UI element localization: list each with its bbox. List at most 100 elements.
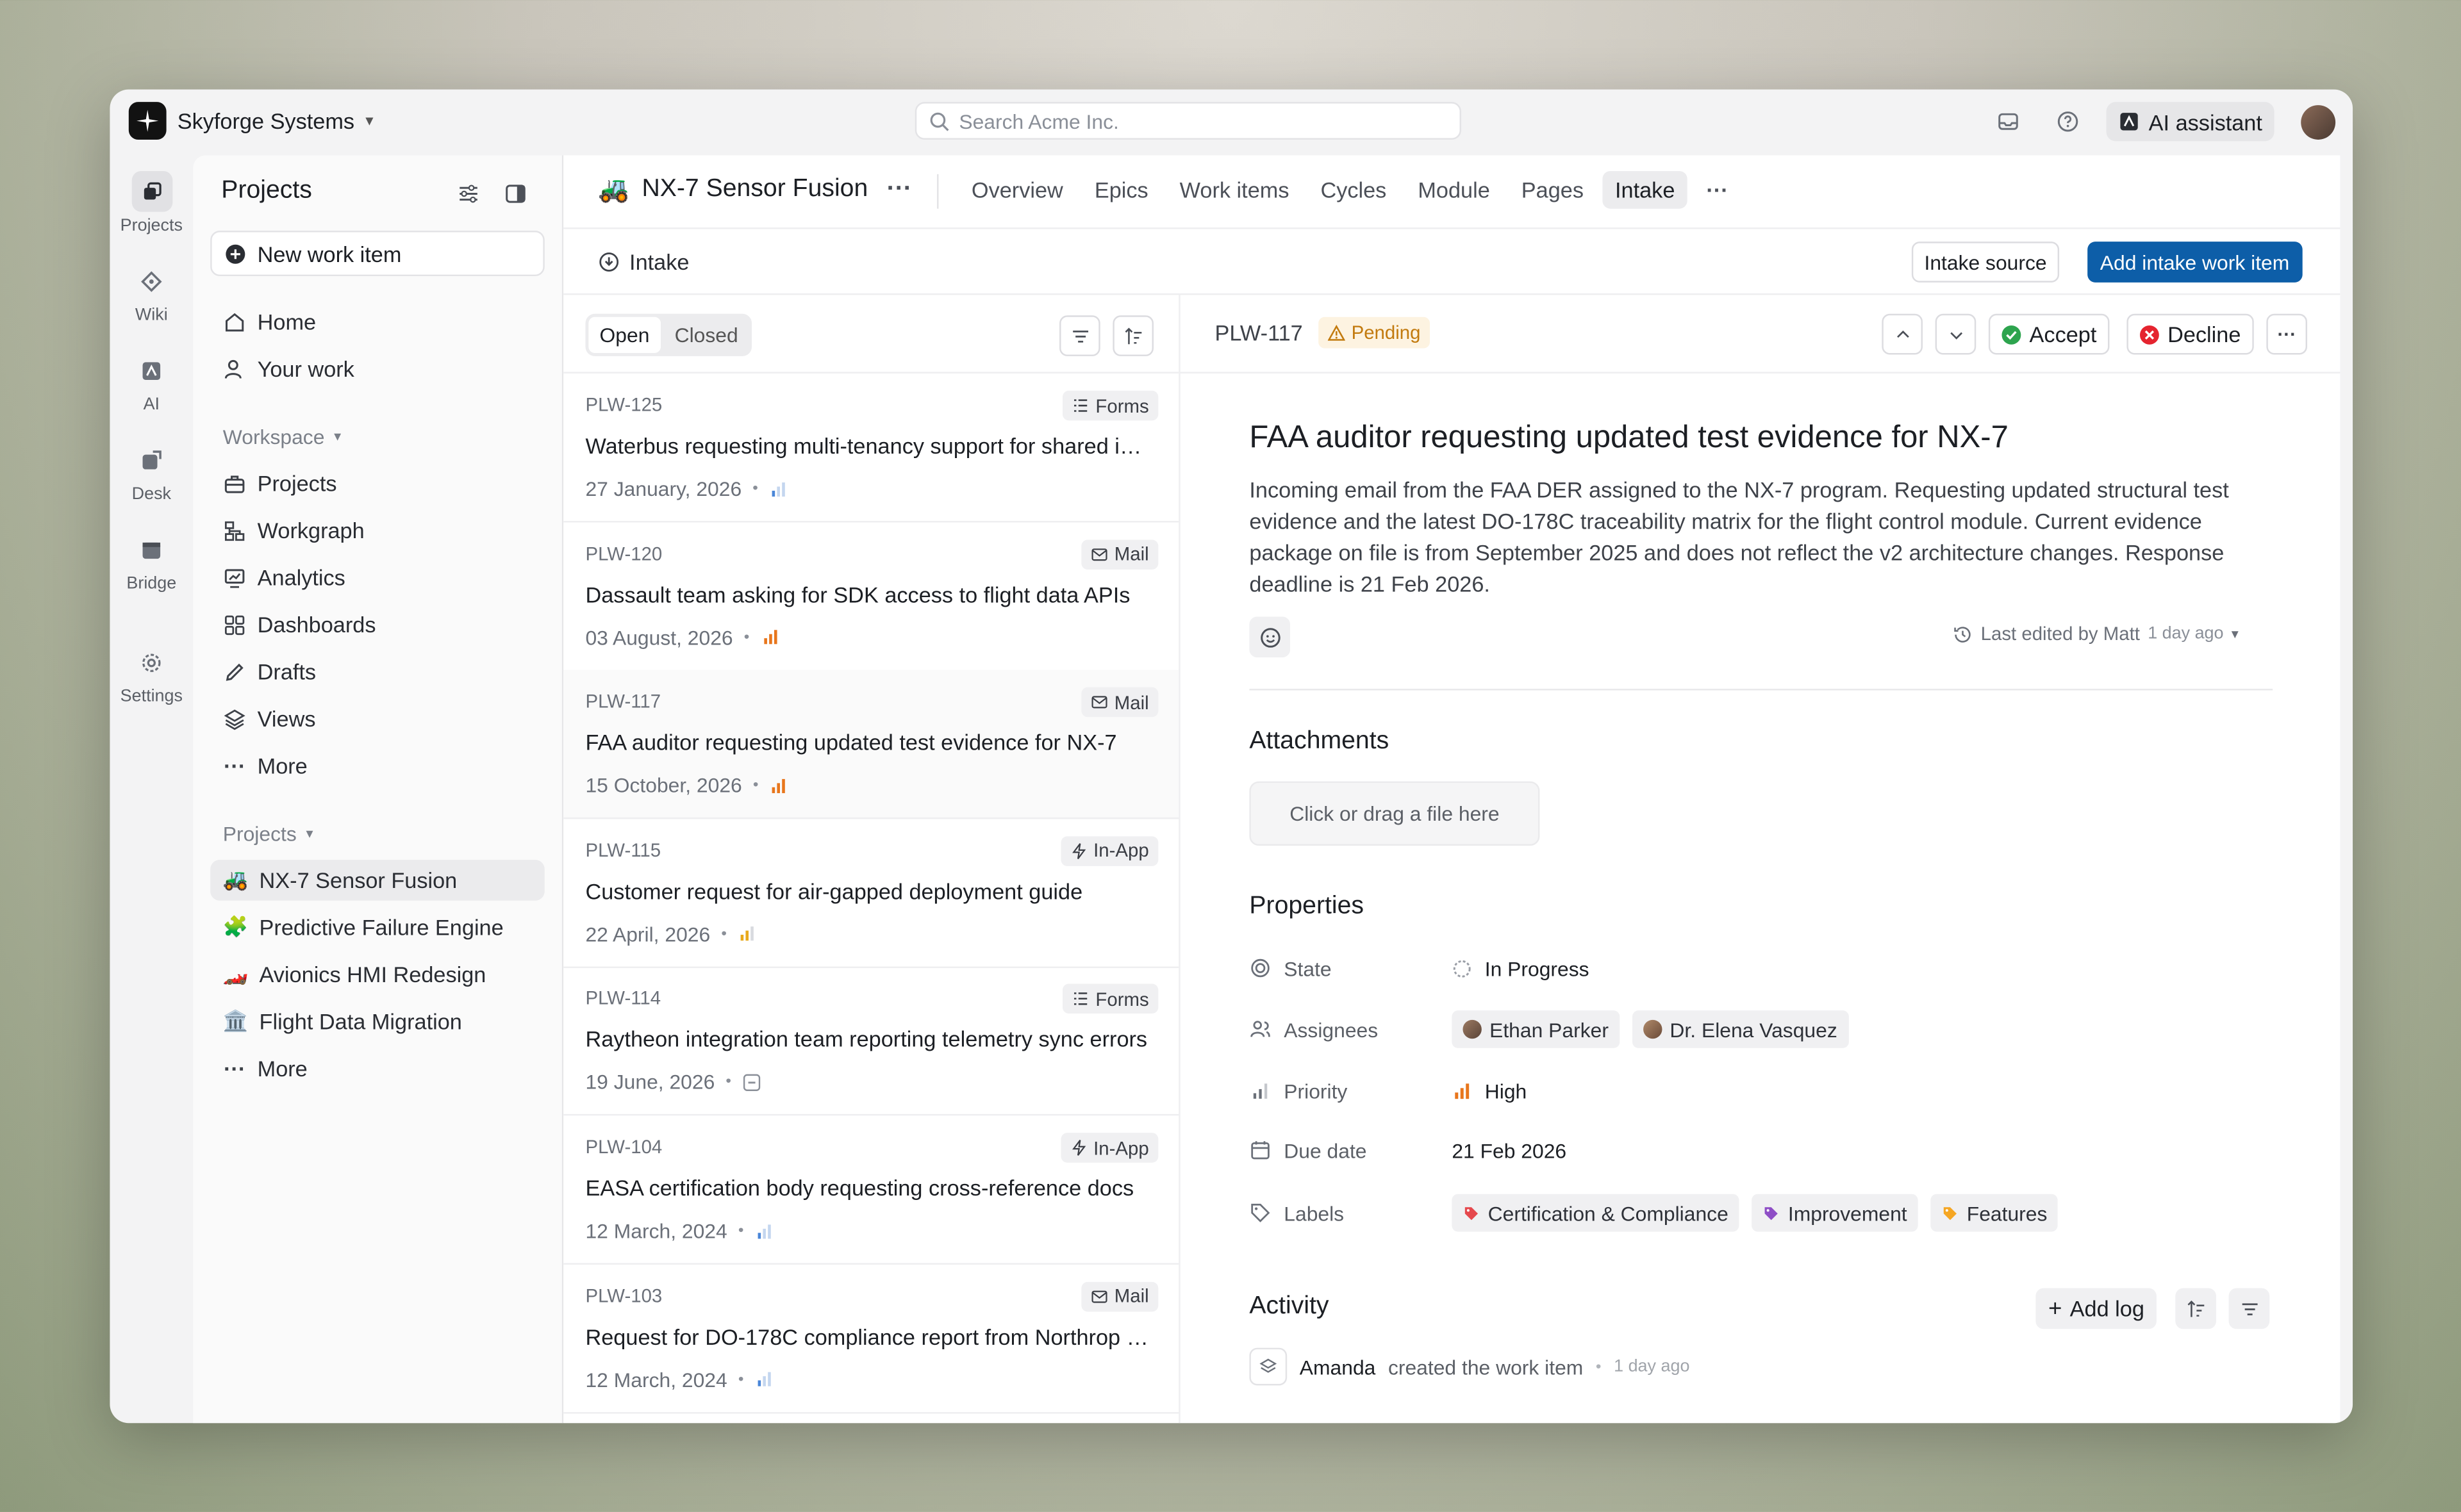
nav-views[interactable]: Views	[210, 698, 545, 739]
tab-open[interactable]: Open	[588, 316, 661, 354]
accept-button[interactable]: Accept	[1988, 313, 2109, 355]
intake-list-item[interactable]: PLW-115 In-App Customer request for air-ga…	[563, 819, 1179, 968]
search-bar[interactable]	[915, 102, 1462, 140]
rail-label: Projects	[120, 216, 183, 236]
nav-drafts[interactable]: Drafts	[210, 651, 545, 692]
item-date: 03 August, 2026	[585, 625, 733, 649]
tab-overview[interactable]: Overview	[959, 171, 1075, 209]
tag-icon	[1464, 1206, 1479, 1220]
project-title[interactable]: 🚜 NX-7 Sensor Fusion ···	[598, 174, 912, 206]
add-reaction-button[interactable]	[1249, 616, 1291, 658]
project-item-predictive[interactable]: 🧩 Predictive Failure Engine	[210, 907, 545, 948]
next-item-button[interactable]	[1935, 313, 1976, 355]
project-item-flight-data[interactable]: 🏛️ Flight Data Migration	[210, 1001, 545, 1042]
work-item-description[interactable]: Incoming email from the FAA DER assigned…	[1249, 474, 2273, 600]
priority-icon	[755, 1370, 774, 1388]
search-input[interactable]	[959, 109, 1430, 133]
filter-settings-icon[interactable]	[455, 181, 480, 206]
layers-icon	[1249, 1347, 1288, 1386]
file-dropzone[interactable]: Click or drag a file here	[1249, 781, 1540, 846]
workspace-switcher[interactable]: Skyforge Systems ▾	[128, 102, 374, 140]
project-more[interactable]: ··· More	[210, 1048, 545, 1089]
ai-assistant-button[interactable]: AI assistant	[2106, 102, 2275, 142]
tab-epics[interactable]: Epics	[1082, 171, 1161, 209]
priority-icon	[761, 628, 779, 646]
activity-sort-button[interactable]	[2175, 1288, 2216, 1329]
rail-item-wiki[interactable]: Wiki	[110, 261, 193, 325]
intake-source-button[interactable]: Intake source	[1911, 242, 2060, 283]
rail-item-projects[interactable]: Projects	[110, 170, 193, 236]
rail-item-ai[interactable]: AI	[110, 350, 193, 415]
rail-label: Bridge	[126, 574, 177, 593]
intake-list-item[interactable]: PLW-117 Mail FAA auditor requesting update…	[563, 670, 1179, 819]
tab-closed[interactable]: Closed	[663, 317, 749, 353]
tab-module[interactable]: Module	[1405, 171, 1503, 209]
ellipsis-icon[interactable]: ···	[887, 176, 912, 204]
activity-filter-button[interactable]	[2228, 1288, 2270, 1329]
tab-intake[interactable]: Intake	[1602, 170, 1687, 209]
due-date-value[interactable]: 21 Feb 2026	[1452, 1138, 1566, 1162]
nav-more[interactable]: ··· More	[210, 745, 545, 786]
label-chip[interactable]: Certification & Compliance	[1452, 1194, 1739, 1232]
nav-analytics[interactable]: Analytics	[210, 557, 545, 598]
assignee-chip[interactable]: Ethan Parker	[1452, 1010, 1620, 1048]
desk-icon	[131, 440, 172, 481]
item-id: PLW-117	[585, 691, 661, 713]
more-actions-button[interactable]: ···	[2266, 313, 2308, 355]
projects-section-header[interactable]: Projects ▾	[223, 822, 313, 846]
filter-button[interactable]	[1059, 315, 1100, 356]
help-icon[interactable]	[2055, 108, 2080, 133]
tab-work-items[interactable]: Work items	[1167, 171, 1302, 209]
state-value-label: In Progress	[1484, 956, 1589, 980]
label-chip[interactable]: Improvement	[1752, 1194, 1918, 1232]
source-label: In-App	[1093, 1137, 1149, 1159]
nav-projects[interactable]: Projects	[210, 463, 545, 504]
intake-list-item[interactable]: PLW-104 In-App EASA certification body req…	[563, 1115, 1179, 1265]
rail-item-bridge[interactable]: Bridge	[110, 529, 193, 593]
assignee-chip[interactable]: Dr. Elena Vasquez	[1632, 1010, 1848, 1048]
intake-list-item[interactable]: PLW-103 Mail Request for DO-178C complianc…	[563, 1264, 1179, 1413]
previous-item-button[interactable]	[1882, 313, 1923, 355]
label-chip[interactable]: Features	[1930, 1194, 2059, 1232]
panel-toggle-icon[interactable]	[502, 181, 527, 206]
item-id: PLW-115	[585, 839, 661, 862]
tractor-icon: 🚜	[222, 867, 249, 892]
intake-list-item[interactable]: PLW-125 Forms Waterbus requesting multi-te…	[563, 374, 1179, 523]
work-item-title[interactable]: FAA auditor requesting updated test evid…	[1249, 420, 2008, 456]
intake-list-item[interactable]: PLW-120 Mail Dassault team asking for SDK …	[563, 522, 1179, 671]
source-badge: Forms	[1062, 984, 1159, 1015]
workspace-section-header[interactable]: Workspace ▾	[223, 425, 341, 449]
property-priority: Priority High	[1249, 1072, 2273, 1110]
tab-cycles[interactable]: Cycles	[1308, 171, 1399, 209]
assignees-key: Assignees	[1284, 1017, 1379, 1041]
source-label: In-App	[1093, 839, 1149, 862]
plus-circle-icon	[226, 243, 245, 263]
add-intake-work-item-button[interactable]: Add intake work item	[2087, 242, 2302, 283]
intake-label: Intake	[598, 249, 689, 275]
rail-item-desk[interactable]: Desk	[110, 440, 193, 504]
add-log-button[interactable]: + Add log	[2035, 1288, 2157, 1329]
nav-your-work[interactable]: Your work	[210, 349, 545, 390]
nav-home[interactable]: Home	[210, 301, 545, 342]
new-work-item-button[interactable]: New work item	[210, 231, 545, 277]
project-item-avionics[interactable]: 🏎️ Avionics HMI Redesign	[210, 954, 545, 995]
intake-list-item[interactable]: PLW-114 Forms Raytheon integration team re…	[563, 967, 1179, 1117]
inbox-icon[interactable]	[1995, 108, 2020, 133]
activity-user[interactable]: Amanda	[1300, 1355, 1376, 1379]
state-value[interactable]: In Progress	[1452, 957, 1589, 980]
more-tabs-icon[interactable]: ···	[1694, 171, 1741, 209]
nav-dashboards[interactable]: Dashboards	[210, 604, 545, 645]
rail-item-settings[interactable]: Settings	[110, 642, 193, 706]
sort-button[interactable]	[1113, 315, 1154, 356]
item-meta: 22 April, 2026 •	[585, 923, 756, 946]
priority-value[interactable]: High	[1452, 1079, 1527, 1102]
decline-button[interactable]: Decline	[2126, 313, 2254, 355]
last-edited[interactable]: Last edited by Matt 1 day ago ▾	[1953, 623, 2239, 645]
source-badge: Mail	[1081, 687, 1159, 718]
nav-workgraph[interactable]: Workgraph	[210, 510, 545, 551]
project-item-nx7[interactable]: 🚜 NX-7 Sensor Fusion	[210, 860, 545, 901]
user-avatar[interactable]	[2301, 105, 2336, 140]
item-meta: 12 March, 2024 •	[585, 1219, 774, 1243]
bridge-icon	[131, 529, 172, 570]
tab-pages[interactable]: Pages	[1509, 171, 1596, 209]
